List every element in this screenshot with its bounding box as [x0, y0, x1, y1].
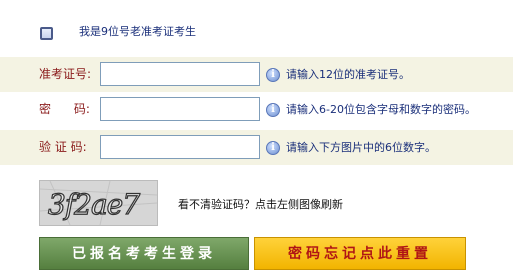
password-hint: 请输入6-20位包含字母和数字的密码。 — [286, 103, 476, 116]
captcha-refresh-hint: 看不清验证码？点击左侧图像刷新 — [178, 198, 343, 211]
ticket-number-input[interactable] — [100, 62, 260, 86]
password-label: 密 码: — [39, 102, 90, 116]
info-icon: i — [266, 68, 280, 82]
old-ticket-checkbox-label[interactable]: 我是9位号老准考证考生 — [79, 24, 196, 40]
ticket-number-row: 准考证号: i 请输入12位的准考证号。 — [0, 57, 513, 92]
captcha-graphic: 3f2ae7 — [40, 181, 157, 225]
info-icon: i — [266, 141, 280, 155]
captcha-image[interactable]: 3f2ae7 — [39, 180, 158, 226]
info-icon: i — [266, 103, 280, 117]
ticket-number-hint: 请输入12位的准考证号。 — [286, 68, 410, 81]
ticket-number-label: 准考证号: — [39, 67, 92, 81]
registered-login-button[interactable]: 已报名考考生登录 — [39, 237, 249, 270]
captcha-hint: 请输入下方图片中的6位数字。 — [286, 141, 436, 154]
captcha-row: 验 证 码: i 请输入下方图片中的6位数字。 — [0, 130, 513, 165]
captcha-label: 验 证 码: — [39, 140, 87, 154]
old-ticket-checkbox-row — [40, 24, 53, 42]
old-ticket-checkbox[interactable] — [40, 26, 53, 40]
password-row: 密 码: i 请输入6-20位包含字母和数字的密码。 — [0, 92, 513, 127]
login-form: 我是9位号老准考证考生 准考证号: i 请输入12位的准考证号。 密 码: i … — [0, 0, 513, 276]
captcha-text: 3f2ae7 — [48, 188, 140, 221]
captcha-input[interactable] — [100, 135, 260, 159]
password-input[interactable] — [100, 97, 260, 121]
password-reset-button[interactable]: 密码忘记点此重置 — [254, 237, 466, 270]
